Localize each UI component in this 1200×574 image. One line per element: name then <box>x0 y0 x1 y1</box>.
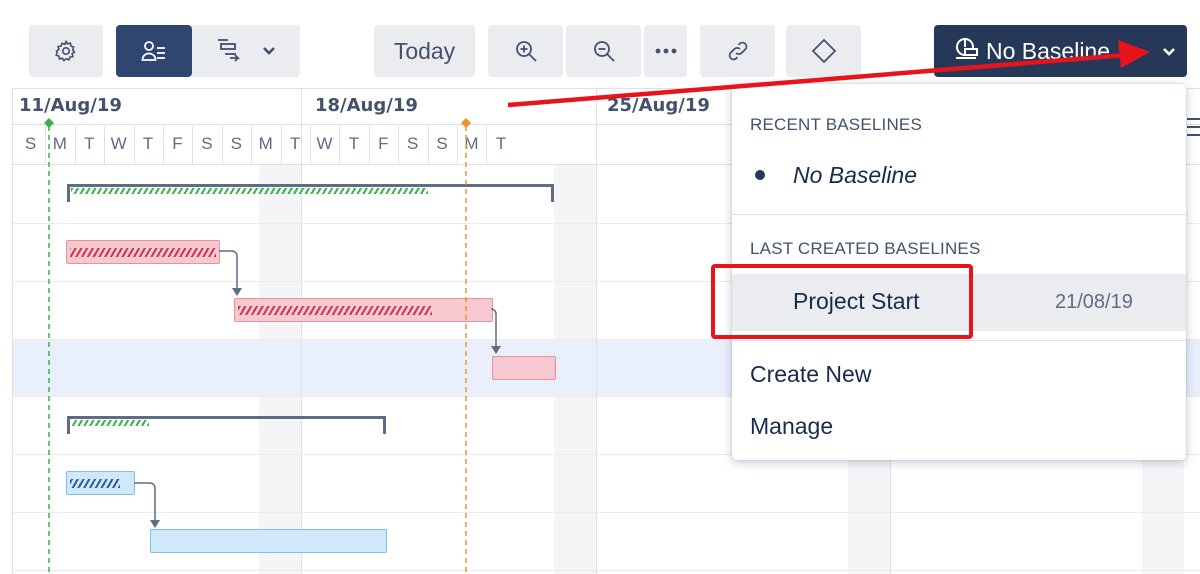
selected-dot-icon <box>755 170 765 180</box>
manage-baselines-item[interactable]: Manage <box>732 404 1186 448</box>
manage-label: Manage <box>750 413 834 439</box>
baseline-date: 21/08/19 <box>1055 291 1133 313</box>
create-new-label: Create New <box>750 361 872 387</box>
create-new-baseline-item[interactable]: Create New <box>732 352 1186 396</box>
baseline-option-no-baseline[interactable]: No Baseline <box>732 156 1186 200</box>
recent-baselines-header: RECENT BASELINES <box>750 115 922 134</box>
last-created-baselines-header: LAST CREATED BASELINES <box>750 239 981 258</box>
baseline-option-label: No Baseline <box>793 162 918 188</box>
highlight-box-annotation <box>711 264 973 339</box>
